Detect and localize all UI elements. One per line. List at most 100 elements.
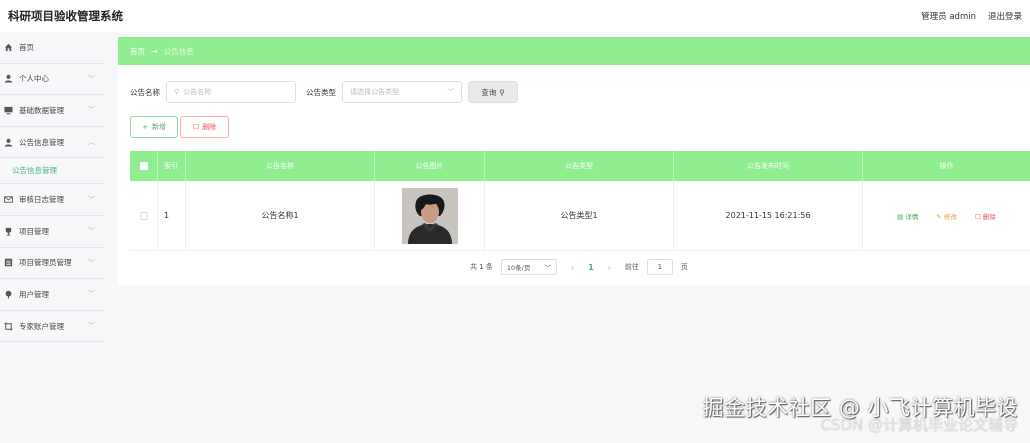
top-right-links: 管理员 admin 退出登录 [921,10,1022,22]
header-index: 索引 [158,151,186,181]
crop-icon [4,321,13,331]
goto-page-input[interactable]: 1 [646,259,673,275]
sidebar-item-home[interactable]: 首页 [0,32,105,64]
chevron-down-icon: ﹀ [88,74,95,83]
header-operations: 操作 [939,162,954,170]
action-buttons: + 新增 ☐ 删除 [130,116,229,138]
search-icon: ⚲ [174,88,180,96]
row-notice-name: 公告名称1 [186,181,375,250]
table-row: 1 公告名称1 公告类型1 2021-11-15 16:21:56 ▤ 详情 ✎… [130,181,1030,251]
chevron-down-icon: ﹀ [544,264,551,272]
row-notice-type: 公告类型1 [485,181,674,250]
select-all-checkbox[interactable] [139,162,148,170]
sidebar-item-label: 专家账户管理 [19,321,64,331]
breadcrumb-current: 公告信息 [163,46,194,56]
sidebar: 首页 个人中心 ﹀ 基础数据管理 ﹀ 公告信息管理 ︿ 公告信息管理 审核日志管… [0,32,105,443]
pencil-icon: ✎ [936,212,944,221]
sidebar-item-project-admin[interactable]: 项目管理员管理 ﹀ [0,248,105,280]
sidebar-item-personal-center[interactable]: 个人中心 ﹀ [0,64,105,96]
user-icon [4,74,13,83]
add-button[interactable]: + 新增 [130,116,178,138]
row-publish-time: 2021-11-15 16:21:56 [674,181,863,250]
sidebar-item-base-data[interactable]: 基础数据管理 ﹀ [0,95,105,127]
breadcrumb-home[interactable]: 首页 [130,46,145,57]
trash-icon: ☐ [192,123,200,131]
sidebar-item-label: 用户管理 [19,289,49,299]
batch-delete-button[interactable]: ☐ 删除 [180,116,229,138]
chevron-down-icon: ﹀ [88,290,95,299]
page-size-value: 10条/页 [506,264,531,272]
row-operations: ▤ 详情 ✎ 修改 ☐ 删除 [863,181,1030,250]
total-count: 共 1 条 [470,263,493,271]
sidebar-item-project[interactable]: 项目管理 ﹀ [0,216,105,248]
detail-button[interactable]: ▤ 详情 [897,211,918,221]
notice-thumbnail[interactable] [401,187,458,244]
sidebar-subitem-notice-info[interactable]: 公告信息管理 [0,158,105,185]
query-button[interactable]: 查询 ⚲ [468,81,518,103]
detail-button-label: 详情 [905,212,919,221]
notice-name-label: 公告名称 [130,87,160,97]
chevron-down-icon: ﹀ [88,195,95,204]
row-image-cell [375,181,485,250]
table-header: 索引 公告名称 公告图片 公告类型 公告发布时间 操作 [130,151,1030,181]
mail-icon [4,195,13,204]
sidebar-item-label: 个人中心 [19,74,49,84]
row-checkbox[interactable] [139,211,148,220]
sidebar-item-notice-management[interactable]: 公告信息管理 ︿ [0,127,105,159]
delete-button-label: 删除 [202,123,217,131]
goto-label: 前往 [624,263,639,271]
sidebar-item-label: 审核日志管理 [19,195,64,205]
main-panel: 首页 → 公告信息 公告名称 ⚲ 公告名称 公告类型 请选择公告类型 ﹀ 查询 … [118,37,1030,285]
header-notice-name[interactable]: 公告名称 [186,151,375,181]
row-index: 1 [158,181,186,250]
header-notice-image[interactable]: 公告图片 [375,151,485,181]
row-delete-button-label: 删除 [982,212,996,221]
sidebar-item-label: 项目管理 [19,226,49,236]
query-button-label: 查询 [481,87,497,97]
current-page[interactable]: 1 [588,263,594,272]
list-icon [4,258,13,267]
plus-icon: + [142,123,148,131]
notice-table: 索引 公告名称 公告图片 公告类型 公告发布时间 操作 1 公告名称1 公告类型… [130,151,1030,251]
search-icon: ⚲ [499,87,505,97]
notice-name-placeholder: 公告名称 [183,88,212,96]
header-publish-time[interactable]: 公告发布时间 [674,151,863,181]
notice-name-input[interactable]: ⚲ 公告名称 [166,81,296,103]
chevron-down-icon: ﹀ [88,258,95,267]
row-delete-button[interactable]: ☐ 删除 [975,211,996,221]
page-suffix: 页 [680,263,688,271]
table-body: 1 公告名称1 公告类型1 2021-11-15 16:21:56 ▤ 详情 ✎… [130,181,1030,251]
next-page-button[interactable]: › [602,263,617,272]
arrow-right-icon: → [151,46,158,56]
select-all-cell [130,151,158,181]
monitor-icon [4,106,13,115]
header-notice-type[interactable]: 公告类型 [485,151,674,181]
search-form: 公告名称 ⚲ 公告名称 公告类型 请选择公告类型 ﹀ 查询 ⚲ [130,81,518,103]
notice-type-select[interactable]: 请选择公告类型 ﹀ [342,81,462,103]
notice-type-placeholder: 请选择公告类型 [350,88,399,96]
sidebar-item-label: 项目管理员管理 [19,258,72,268]
edit-button[interactable]: ✎ 修改 [936,211,957,221]
chevron-down-icon: ﹀ [88,106,95,115]
trash-icon: ☐ [974,212,983,221]
pin-icon [4,290,13,299]
page-size-select[interactable]: 10条/页 ﹀ [500,259,557,275]
breadcrumb: 首页 → 公告信息 [118,37,1030,65]
top-bar: 科研项目验收管理系统 管理员 admin 退出登录 [0,0,1030,32]
logout-link[interactable]: 退出登录 [988,10,1022,22]
app-title: 科研项目验收管理系统 [8,9,123,23]
sidebar-item-audit-log[interactable]: 审核日志管理 ﹀ [0,184,105,216]
sidebar-item-expert-account[interactable]: 专家账户管理 ﹀ [0,311,105,343]
sidebar-item-user-management[interactable]: 用户管理 ﹀ [0,279,105,311]
watermark: 掘金技术社区 @ 小飞计算机毕设 CSDN @计算机毕业论文辅导 [703,392,1018,435]
pagination: 共 1 条 10条/页 ﹀ ‹ 1 › 前往 1 页 [470,259,688,275]
prev-page-button[interactable]: ‹ [565,263,580,272]
chevron-down-icon: ﹀ [447,88,454,96]
chevron-up-icon: ︿ [88,138,95,147]
chevron-down-icon: ﹀ [88,227,95,236]
chevron-down-icon: ﹀ [88,322,95,331]
sidebar-item-label: 公告信息管理 [19,137,64,147]
row-check-cell [130,181,158,250]
user-icon [4,138,13,147]
sidebar-item-label: 基础数据管理 [19,105,64,115]
